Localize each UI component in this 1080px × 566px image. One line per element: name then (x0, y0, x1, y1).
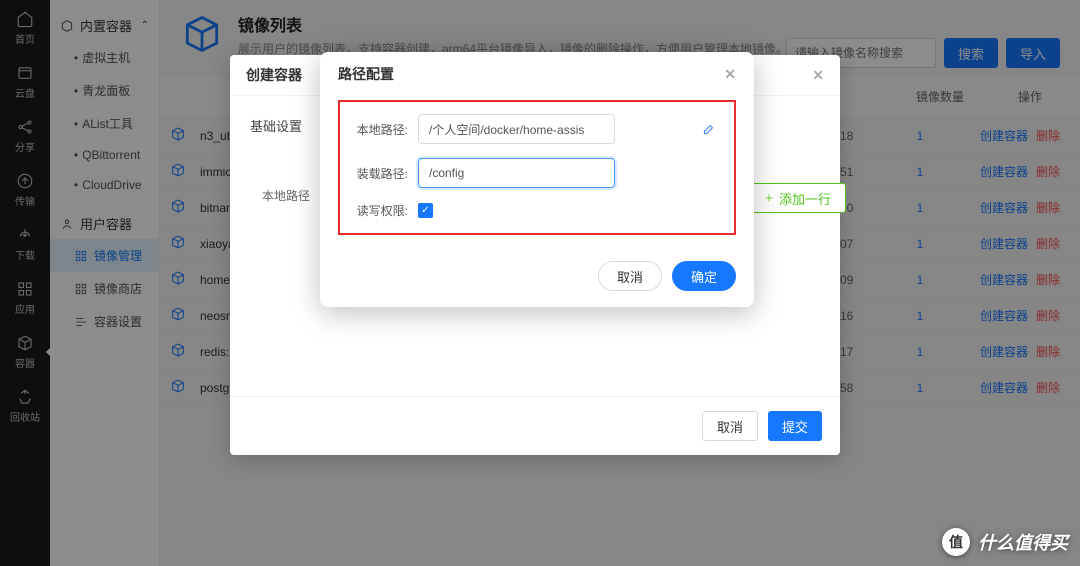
confirm-button[interactable]: 确定 (672, 261, 736, 291)
modal1-footer: 取消 提交 (230, 396, 840, 455)
local-path-input[interactable] (418, 114, 615, 144)
close-icon[interactable]: ✕ (812, 67, 824, 84)
watermark: 值 什么值得买 (942, 528, 1068, 556)
modal2-header: 路径配置 ✕ (320, 52, 754, 96)
submit-button[interactable]: 提交 (768, 411, 822, 441)
cancel-button[interactable]: 取消 (598, 261, 662, 291)
plus-icon (763, 192, 775, 204)
cancel-button[interactable]: 取消 (702, 411, 758, 441)
rw-checkbox[interactable]: ✓ (418, 203, 433, 218)
add-row-button[interactable]: 添加一行 (748, 183, 846, 213)
watermark-icon: 值 (942, 528, 970, 556)
modal2-footer: 取消 确定 (320, 249, 754, 307)
path-config-modal: 路径配置 ✕ 本地路径: 装载路径: 读写权限: ✓ (320, 52, 754, 307)
rw-label: 读写权限: (350, 202, 408, 219)
edit-icon[interactable] (702, 122, 716, 136)
local-path-label: 本地路径: (350, 121, 408, 138)
highlight-box: 本地路径: 装载路径: 读写权限: ✓ (338, 100, 736, 235)
close-icon[interactable]: ✕ (724, 66, 736, 83)
local-path-column: 本地路径 (250, 147, 322, 214)
mount-path-label: 装载路径: (350, 165, 408, 182)
mount-path-input[interactable] (418, 158, 615, 188)
